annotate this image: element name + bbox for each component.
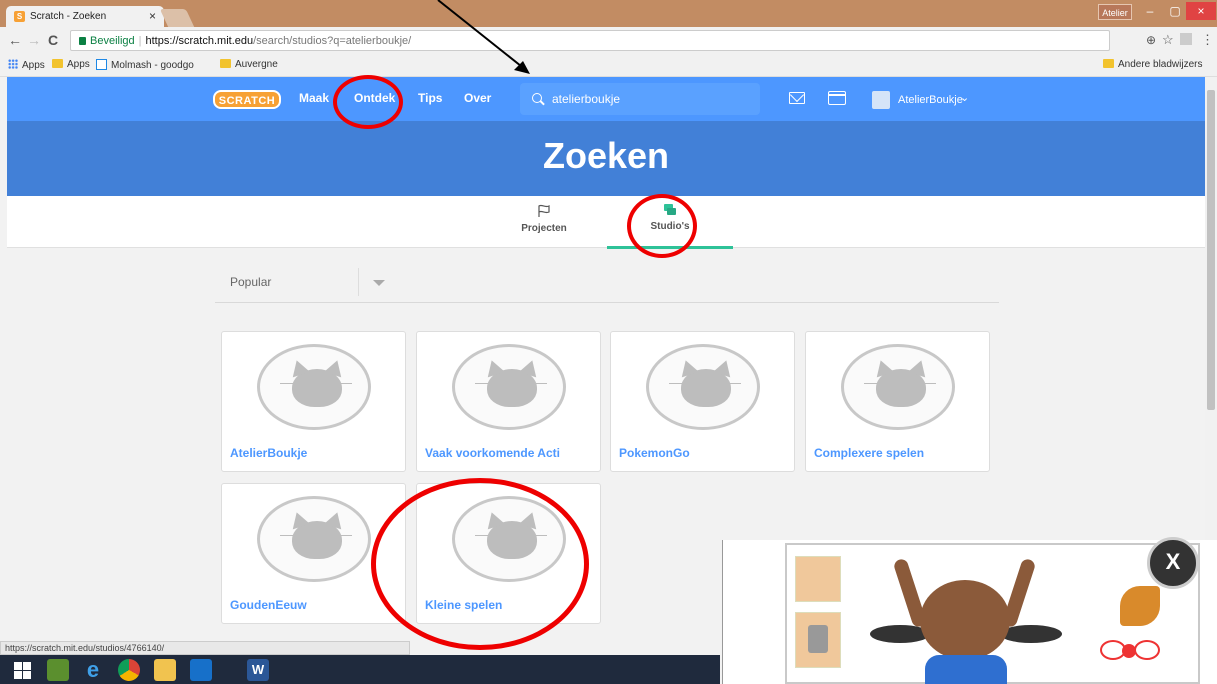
studio-card[interactable]: Complexere spelen: [805, 331, 990, 472]
annotation-circle-studios: [627, 194, 697, 258]
bookmark-auvergne[interactable]: Auvergne: [220, 59, 278, 70]
security-label: Beveiligd: [90, 35, 135, 47]
candy-icon: [1100, 640, 1160, 660]
studio-thumbnail: [257, 496, 371, 582]
address-bar[interactable]: Beveiligd | https://scratch.mit.edu/search…: [70, 30, 1110, 51]
lock-icon: [79, 37, 86, 45]
folder-icon: [1103, 59, 1114, 68]
close-icon[interactable]: X: [1147, 537, 1199, 589]
annotation-circle-kleine-spelen: [371, 478, 589, 650]
studio-title[interactable]: Vaak voorkomende Acti: [425, 446, 593, 460]
search-icon: [532, 93, 542, 103]
outlook-icon[interactable]: [190, 659, 212, 681]
search-value: atelierboukje: [552, 92, 621, 106]
file-explorer-icon[interactable]: [154, 659, 176, 681]
windows-start-icon[interactable]: [12, 659, 34, 681]
illustration-hair: [1000, 625, 1062, 643]
cat-icon: [681, 369, 731, 407]
scrollbar-thumb[interactable]: [1207, 90, 1215, 410]
studio-title[interactable]: Complexere spelen: [814, 446, 982, 460]
chrome-icon[interactable]: [118, 659, 140, 681]
calendar-icon: [96, 59, 107, 70]
windows-taskbar: [0, 655, 720, 684]
extension-icon[interactable]: [1180, 33, 1192, 45]
search-input[interactable]: atelierboukje: [520, 83, 760, 115]
bookmark-apps-grid[interactable]: Apps: [8, 59, 45, 71]
sort-divider: [358, 268, 359, 296]
browser-tab[interactable]: S Scratch - Zoeken ×: [6, 6, 164, 27]
sort-dropdown[interactable]: [215, 270, 999, 303]
nav-tips[interactable]: Tips: [418, 91, 442, 105]
internet-explorer-icon[interactable]: e: [82, 659, 104, 681]
sort-label[interactable]: Popular: [230, 275, 271, 289]
cat-icon: [876, 369, 926, 407]
studio-card[interactable]: PokemonGo: [610, 331, 795, 472]
studio-title[interactable]: PokemonGo: [619, 446, 787, 460]
annotation-circle-ontdek: [333, 75, 403, 129]
bookmark-star-icon[interactable]: ☆: [1162, 32, 1174, 48]
studio-thumbnail: [841, 344, 955, 430]
reload-button[interactable]: C: [48, 32, 58, 48]
bookmark-apps-folder[interactable]: Apps: [52, 59, 90, 70]
nav-maak[interactable]: Maak: [299, 91, 329, 105]
studio-card[interactable]: Vaak voorkomende Acti: [416, 331, 601, 472]
butterfly-icon: [1120, 586, 1160, 626]
device-thumbnail: [795, 612, 841, 668]
messages-icon[interactable]: [789, 92, 805, 104]
word-icon[interactable]: W: [247, 659, 269, 681]
nav-over[interactable]: Over: [464, 91, 491, 105]
forward-button[interactable]: →: [27, 32, 41, 48]
studio-title[interactable]: AtelierBoukje: [230, 446, 398, 460]
studio-card[interactable]: AtelierBoukje: [221, 331, 406, 472]
studio-thumbnail: [257, 344, 371, 430]
back-button[interactable]: ←: [8, 32, 22, 48]
bookmark-other[interactable]: Andere bladwijzers: [1103, 59, 1203, 70]
window-close-button[interactable]: ×: [1186, 2, 1216, 20]
scratch-logo[interactable]: SCRATCH: [213, 90, 281, 109]
folder-icon: [52, 59, 63, 68]
window-minimize-button[interactable]: –: [1138, 2, 1162, 20]
status-bar-url: https://scratch.mit.edu/studios/4766140/: [0, 641, 410, 655]
cat-icon: [292, 521, 342, 559]
zoom-icon[interactable]: ⊕: [1146, 33, 1156, 47]
my-stuff-icon[interactable]: [827, 91, 846, 105]
studio-thumbnail: [452, 344, 566, 430]
scratch-favicon-icon: S: [14, 11, 25, 22]
chrome-menu-icon[interactable]: ⋮: [1201, 32, 1214, 48]
flag-icon: [538, 204, 550, 217]
studio-thumbnail: [646, 344, 760, 430]
apps-grid-icon: [8, 59, 18, 69]
url-host: https://scratch.mit.edu: [145, 35, 254, 47]
chevron-down-icon[interactable]: ⌄: [960, 91, 969, 104]
studio-title[interactable]: GoudenEeuw: [230, 598, 398, 612]
browser-tab-title: Scratch - Zoeken: [30, 11, 107, 22]
cat-icon: [292, 369, 342, 407]
illustration-girl: [920, 580, 1010, 660]
folder-icon: [220, 59, 231, 68]
tab-close-icon[interactable]: ×: [149, 9, 156, 23]
bookmark-molmash[interactable]: Molmash - goodgo: [96, 59, 194, 71]
tab-projecten[interactable]: Projecten: [481, 204, 607, 234]
avatar[interactable]: [872, 91, 890, 109]
costume-thumbnail: [795, 556, 841, 602]
url-path: /search/studios?q=atelierboukje/: [253, 35, 412, 47]
illustration-body: [925, 655, 1007, 684]
window-maximize-button[interactable]: ▢: [1163, 2, 1187, 20]
caret-down-icon[interactable]: [373, 280, 385, 286]
profile-chip[interactable]: Atelier: [1098, 4, 1132, 20]
minecraft-icon[interactable]: [47, 659, 69, 681]
username[interactable]: AtelierBoukje: [898, 94, 963, 106]
cat-icon: [487, 369, 537, 407]
page-title: Zoeken: [542, 135, 670, 176]
